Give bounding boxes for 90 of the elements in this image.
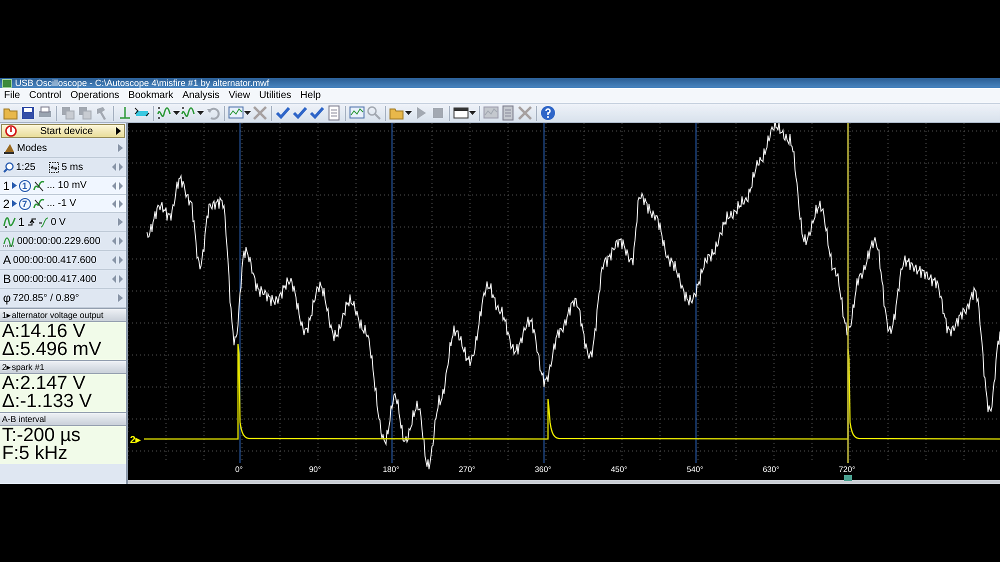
menu-item[interactable]: Control	[25, 90, 66, 101]
step-arrows-icon[interactable]	[112, 163, 123, 171]
phase-label: φ	[3, 291, 11, 305]
cursor-time: 000:00:00.417.600	[13, 254, 98, 266]
cursor-handle[interactable]	[844, 475, 852, 481]
probe-number: 7	[18, 198, 31, 210]
timebase-icon	[49, 162, 60, 172]
trigger-level: 0 V	[50, 216, 67, 228]
dropdown-caret-icon[interactable]	[469, 111, 476, 115]
level-icon	[38, 216, 49, 228]
document-icon[interactable]	[326, 105, 342, 121]
readout-value: A:2.147 V	[2, 375, 86, 393]
position-time: 000:00:00.229.600	[17, 236, 102, 246]
arrow-icon	[12, 182, 17, 189]
window-title: USB Oscilloscope - C:\Autoscope 4\misfire #1 by alternator.mwf	[15, 78, 270, 88]
help-icon[interactable]	[540, 105, 556, 121]
save-icon[interactable]	[20, 105, 36, 121]
channel-scale: ... -1 V	[46, 198, 78, 209]
app-icon	[2, 79, 12, 88]
channel-number: 1	[3, 178, 10, 192]
menu-item[interactable]: View	[224, 90, 256, 101]
axis-label: 630°	[762, 465, 780, 474]
readout-value: Δ:5.496 mV	[2, 341, 102, 359]
waveform-icon[interactable]	[181, 105, 197, 121]
cursor-label: B	[3, 272, 12, 286]
trigger-icon	[3, 216, 16, 228]
menu-item[interactable]: Bookmark	[124, 90, 178, 101]
readout-value: A:14.16 V	[2, 323, 86, 341]
zoom-ratio: 1:25	[16, 162, 36, 172]
step-arrows-icon[interactable]	[112, 200, 123, 208]
start-device-button[interactable]: Start device	[1, 124, 125, 138]
chart-icon[interactable]	[349, 105, 365, 121]
readout-header: A-B interval	[0, 412, 126, 426]
modes-label[interactable]: Modes	[17, 142, 116, 154]
coupling-icon	[32, 198, 45, 210]
check-icon[interactable]	[292, 105, 308, 121]
power-icon	[5, 125, 17, 137]
menu-item[interactable]: Help	[296, 90, 326, 101]
expand-arrow-icon[interactable]	[118, 294, 123, 302]
timebase-value: 5 ms	[61, 162, 84, 172]
dropdown-caret-icon[interactable]	[244, 111, 251, 115]
axis-label: 360°	[534, 465, 552, 474]
trigger-channel: 1	[18, 215, 25, 229]
magnifier-icon	[3, 162, 14, 172]
readout-header: 2▸spark #1	[0, 360, 126, 374]
cursor-time: 000:00:00.417.400	[13, 274, 98, 284]
channel-number: 2	[3, 196, 10, 210]
step-arrows-icon[interactable]	[112, 275, 123, 283]
phase-value: 720.85° / 0.89°	[12, 292, 80, 304]
channel-scale: ... 10 mV	[46, 180, 88, 191]
chart-icon[interactable]	[228, 105, 244, 121]
axis-label: 450°	[610, 465, 628, 474]
step-arrows-icon[interactable]	[112, 182, 123, 190]
step-arrows-icon[interactable]	[112, 237, 123, 245]
axis-label: 0°	[235, 465, 243, 474]
coupling-icon	[32, 180, 45, 192]
edge-icon	[26, 217, 37, 227]
probe-number: 1	[18, 180, 31, 192]
play-arrow-icon	[116, 127, 121, 135]
axis-label: 270°	[458, 465, 476, 474]
axis-label: 720°	[838, 465, 856, 474]
axis-label: 90°	[308, 465, 322, 474]
panel-icon[interactable]	[453, 105, 469, 121]
expand-arrow-icon[interactable]	[118, 218, 123, 226]
hat-icon	[3, 142, 15, 154]
menu-item[interactable]: Operations	[66, 90, 124, 101]
menu-item[interactable]: File	[0, 90, 26, 101]
axis-label: 540°	[686, 465, 704, 474]
dropdown-caret-icon[interactable]	[405, 111, 412, 115]
channel-label: 2▸	[130, 435, 141, 446]
check-icon[interactable]	[275, 105, 291, 121]
dropdown-caret-icon[interactable]	[197, 111, 204, 115]
expand-arrow-icon[interactable]	[118, 144, 123, 152]
readout-header: 1▸alternator voltage output	[0, 308, 126, 322]
readout-value: T:-200 µs	[2, 427, 82, 445]
menu-item[interactable]: Analysis	[178, 90, 225, 101]
cursor-label: A	[3, 253, 12, 267]
readout-value: Δ:-1.133 V	[2, 393, 93, 411]
arrow-icon	[12, 200, 17, 207]
pulse-icon	[3, 235, 15, 247]
readout-value: F:5 kHz	[2, 445, 68, 463]
axis-label: 180°	[382, 465, 400, 474]
dropdown-caret-icon[interactable]	[173, 111, 180, 115]
check-icon[interactable]	[309, 105, 325, 121]
step-arrows-icon[interactable]	[112, 256, 123, 264]
menu-item[interactable]: Utilities	[255, 90, 296, 101]
waveform-icon[interactable]	[157, 105, 173, 121]
channel-row[interactable]: 2 7 ... -1 V	[0, 195, 126, 213]
channel-row[interactable]: 1 1 ... 10 mV	[0, 177, 126, 195]
cursor-line[interactable]	[847, 123, 849, 463]
